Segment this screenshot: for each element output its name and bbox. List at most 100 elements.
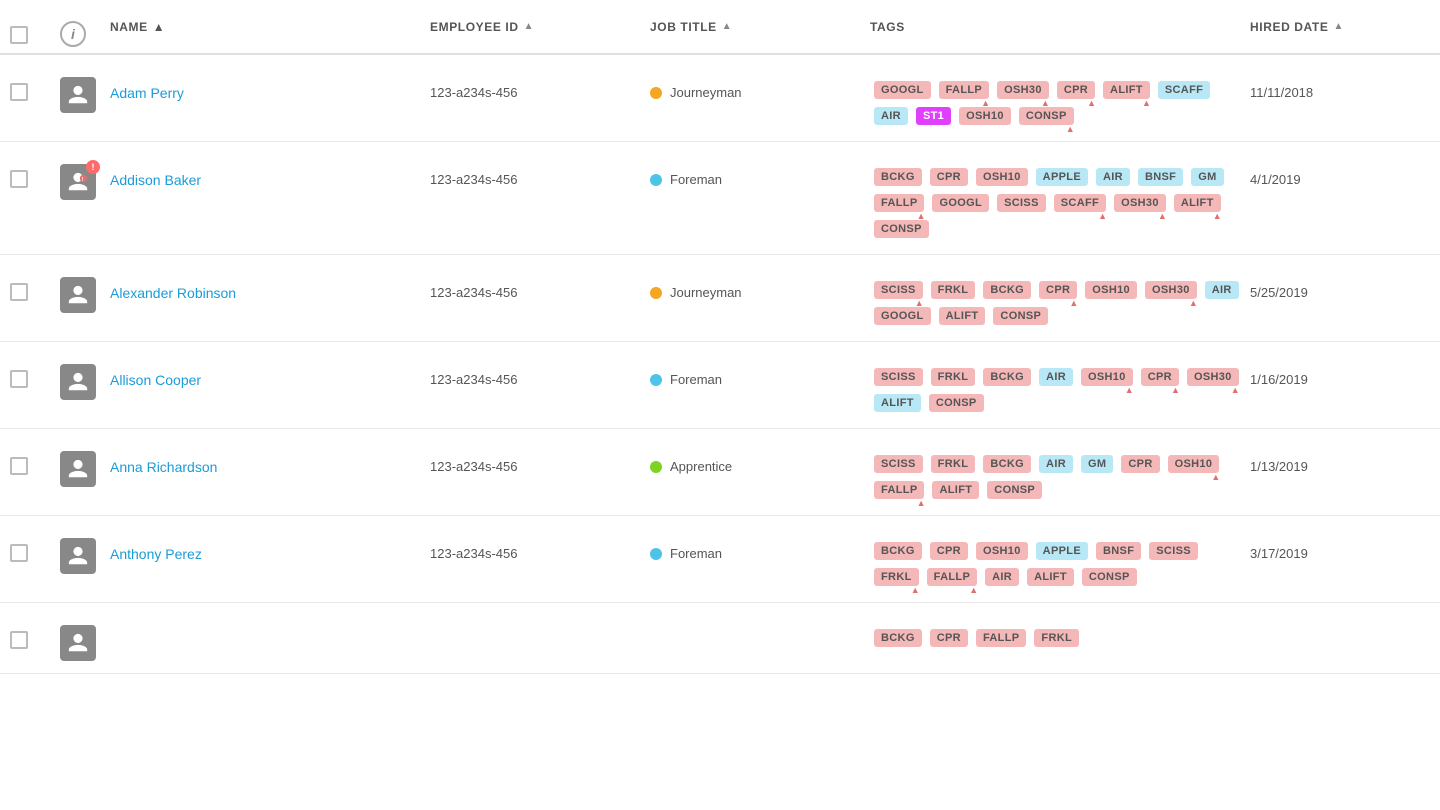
avatar[interactable]: !	[60, 164, 96, 200]
row-check-cell	[10, 267, 60, 301]
row-checkbox[interactable]	[10, 457, 28, 475]
tag-wrapper: SCISS	[872, 453, 925, 475]
avatar[interactable]	[60, 364, 96, 400]
tag-wrapper: CONSP	[1080, 566, 1139, 588]
tag-wrapper: GOOGL	[872, 79, 933, 101]
tag: CPR	[1057, 81, 1095, 99]
tag-wrapper: OSH10▲	[1079, 366, 1135, 388]
header-check	[10, 10, 60, 44]
tags-cell: SCISSFRKLBCKGAIRGMCPROSH10▲FALLP▲ALIFTCO…	[870, 441, 1250, 503]
employee-name-link[interactable]: Allison Cooper	[110, 372, 201, 388]
employee-id-value: 123-a234s-456	[430, 372, 517, 387]
tag-wrapper: FRKL▲	[872, 566, 921, 588]
tag-wrapper: GOOGL	[930, 192, 991, 214]
tag: CPR	[1039, 281, 1077, 299]
tag-wrapper: BCKG	[981, 279, 1033, 301]
tag-wrapper: BCKG	[872, 166, 924, 188]
avatar-cell	[60, 441, 110, 487]
header-name[interactable]: NAME	[110, 20, 430, 34]
employee-name-link[interactable]: Anna Richardson	[110, 459, 217, 475]
tag: BCKG	[874, 542, 922, 560]
tag-wrapper: SCAFF	[1156, 79, 1212, 101]
select-all-checkbox[interactable]	[10, 26, 28, 44]
tag: CPR	[930, 629, 968, 647]
row-checkbox[interactable]	[10, 544, 28, 562]
tag: CONSP	[1082, 568, 1137, 586]
job-title-cell: Foreman	[650, 528, 870, 561]
table-row: Anthony Perez 123-a234s-456ForemanBCKG CPR…	[0, 516, 1440, 603]
tag: OSH30	[1187, 368, 1239, 386]
employee-name-link[interactable]: Alexander Robinson	[110, 285, 236, 301]
warning-triangle-icon: ▲	[1211, 473, 1220, 482]
header-tags-label: TAGS	[870, 20, 905, 34]
tag: GOOGL	[874, 307, 931, 325]
tag: OSH10	[1168, 455, 1220, 473]
tag: FALLP	[939, 81, 989, 99]
tag: CPR	[930, 168, 968, 186]
avatar[interactable]	[60, 538, 96, 574]
row-checkbox[interactable]	[10, 83, 28, 101]
employee-name-link[interactable]: Anthony Perez	[110, 546, 202, 562]
tag: APPLE	[1036, 542, 1088, 560]
tag-wrapper: OSH10▲	[1166, 453, 1222, 475]
tag: CPR	[1141, 368, 1179, 386]
tag-wrapper: ALIFT	[872, 392, 923, 414]
tag: FRKL	[874, 568, 919, 586]
warning-triangle-icon: ▲	[1069, 299, 1078, 308]
tag-wrapper: GM	[1079, 453, 1115, 475]
tag: ST1	[916, 107, 951, 125]
tag: BCKG	[874, 168, 922, 186]
tag: OSH30	[1114, 194, 1166, 212]
warning-triangle-icon: ▲	[917, 499, 926, 508]
tag: CONSP	[929, 394, 984, 412]
row-checkbox[interactable]	[10, 283, 28, 301]
avatar[interactable]	[60, 451, 96, 487]
tag: CONSP	[874, 220, 929, 238]
avatar[interactable]	[60, 277, 96, 313]
name-cell: Allison Cooper	[110, 354, 430, 388]
warning-triangle-icon: ▲	[1213, 212, 1222, 221]
tag-wrapper: ALIFT	[930, 479, 981, 501]
tag-wrapper: SCISS	[1147, 540, 1200, 562]
tag: SCAFF	[1158, 81, 1210, 99]
tag-wrapper: CPR	[928, 627, 970, 649]
job-title-value: Foreman	[670, 372, 722, 387]
header-jobtitle[interactable]: JOB TITLE ▲	[650, 20, 870, 34]
tag-wrapper: FRKL	[929, 279, 978, 301]
warning-triangle-icon: ▲	[1189, 299, 1198, 308]
tag: ALIFT	[874, 394, 921, 412]
row-checkbox[interactable]	[10, 631, 28, 649]
avatar[interactable]	[60, 77, 96, 113]
row-check-cell	[10, 441, 60, 475]
hired-date-value: 1/13/2019	[1250, 459, 1308, 474]
avatar[interactable]	[60, 625, 96, 661]
tag-wrapper: OSH30▲	[1112, 192, 1168, 214]
avatar-cell	[60, 67, 110, 113]
employee-name-link[interactable]: Adam Perry	[110, 85, 184, 101]
row-check-cell	[10, 528, 60, 562]
warning-triangle-icon: ▲	[1158, 212, 1167, 221]
tags-cell: SCISSFRKLBCKGAIROSH10▲CPR▲OSH30▲ALIFTCON…	[870, 354, 1250, 416]
tags-cell: BCKGCPROSH10APPLEAIRBNSFGMFALLP▲GOOGLSCI…	[870, 154, 1250, 242]
tag-wrapper: FALLP	[974, 627, 1028, 649]
info-icon[interactable]: i	[60, 21, 86, 47]
tag: CPR	[930, 542, 968, 560]
tag-wrapper: CPR▲	[1139, 366, 1181, 388]
employee-id-cell: 123-a234s-456	[430, 528, 650, 561]
header-empid[interactable]: EMPLOYEE ID ▲	[430, 20, 650, 34]
row-checkbox[interactable]	[10, 370, 28, 388]
tags-cell: BCKGCPRFALLPFRKL	[870, 615, 1250, 651]
employee-name-link[interactable]: Addison Baker	[110, 172, 201, 188]
tag: CONSP	[1019, 107, 1074, 125]
tag-wrapper: OSH10	[1083, 279, 1139, 301]
header-hireddate[interactable]: HIRED DATE ▲	[1250, 20, 1440, 34]
header-tags: TAGS	[870, 20, 1250, 34]
row-checkbox[interactable]	[10, 170, 28, 188]
tag: OSH10	[1085, 281, 1137, 299]
tag-wrapper: FRKL	[1032, 627, 1081, 649]
tag: BNSF	[1096, 542, 1141, 560]
tag: AIR	[1039, 455, 1073, 473]
tag: AIR	[985, 568, 1019, 586]
avatar-cell	[60, 528, 110, 574]
job-dot	[650, 87, 662, 99]
